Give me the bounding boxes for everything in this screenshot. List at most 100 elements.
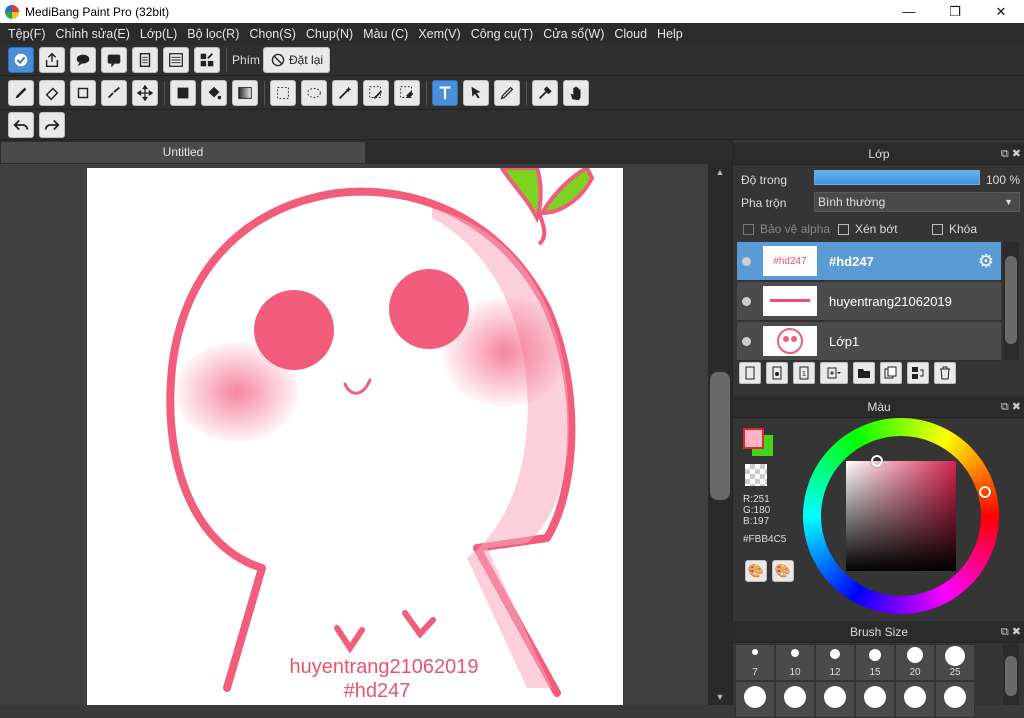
layer-item[interactable]: #hd247 #hd247 ⚙ <box>737 242 1001 281</box>
reset-button[interactable]: Đặt lại <box>263 47 331 73</box>
rect-select-tool-button[interactable] <box>270 79 296 106</box>
menu-file[interactable]: Tệp(F) <box>3 27 51 41</box>
menu-view[interactable]: Xem(V) <box>413 27 465 41</box>
merge-layer-button[interactable] <box>907 362 929 384</box>
menu-help[interactable]: Help <box>652 27 688 41</box>
blend-mode-select[interactable]: Bình thường ▼ <box>814 192 1020 212</box>
menu-tools[interactable]: Công cụ(T) <box>466 27 539 41</box>
edge-pen-tool-button[interactable] <box>494 79 520 106</box>
clipping-checkbox[interactable]: Xén bớt <box>838 222 898 236</box>
page-button[interactable] <box>132 47 158 73</box>
new-halftone-layer-button[interactable]: 1 <box>793 362 815 384</box>
menu-layer[interactable]: Lớp(L) <box>135 27 182 41</box>
close-panel-icon[interactable]: ✖ <box>1012 148 1021 160</box>
close-panel-icon[interactable]: ✖ <box>1012 626 1021 638</box>
sv-cursor[interactable] <box>871 455 883 467</box>
undo-button[interactable] <box>8 111 34 138</box>
maximize-button[interactable]: ❐ <box>932 0 978 23</box>
scrollbar-thumb[interactable] <box>1005 256 1017 344</box>
select-eraser-tool-button[interactable] <box>394 79 420 106</box>
new-color-layer-button[interactable] <box>766 362 788 384</box>
visibility-dot-icon[interactable] <box>742 336 751 346</box>
move-tool-button[interactable] <box>132 79 158 106</box>
brush-size-cell[interactable] <box>775 681 815 718</box>
eyedropper-tool-button[interactable] <box>532 79 558 106</box>
hue-wheel[interactable] <box>803 418 999 614</box>
select-pen-tool-button[interactable] <box>363 79 389 106</box>
menu-filter[interactable]: Bộ lọc(R) <box>182 27 244 41</box>
document-tab[interactable]: Untitled <box>1 142 365 163</box>
balloon-button[interactable] <box>101 47 127 73</box>
brush-size-cell[interactable] <box>735 681 775 718</box>
canvas-vertical-scrollbar[interactable]: ▲ ▼ <box>708 164 732 705</box>
duplicate-layer-button[interactable] <box>880 362 902 384</box>
share-button[interactable] <box>39 47 65 73</box>
menu-window[interactable]: Cửa sổ(W) <box>538 27 609 41</box>
color-settings-button[interactable]: 🎨 <box>772 560 794 582</box>
close-button[interactable]: ✕ <box>978 0 1024 23</box>
brush-size-cell[interactable]: 15 <box>855 644 895 681</box>
gradient-tool-button[interactable] <box>232 79 258 106</box>
layer-item[interactable]: Lớp1 <box>737 322 1001 361</box>
cloud-check-button[interactable] <box>8 47 34 73</box>
operation-tool-button[interactable] <box>463 79 489 106</box>
layer-list-scrollbar[interactable] <box>1003 242 1019 360</box>
scroll-up-arrow-icon[interactable]: ▲ <box>714 167 726 177</box>
dot-tool-button[interactable] <box>70 79 96 106</box>
visibility-dot-icon[interactable] <box>742 296 751 306</box>
scroll-down-arrow-icon[interactable]: ▼ <box>714 692 726 702</box>
brush-size-cell[interactable]: 7 <box>735 644 775 681</box>
brush-size-cell[interactable] <box>855 681 895 718</box>
redo-button[interactable] <box>39 111 65 138</box>
hue-cursor[interactable] <box>979 486 991 498</box>
gear-icon[interactable]: ⚙ <box>975 250 997 272</box>
brush-size-cell[interactable]: 12 <box>815 644 855 681</box>
menu-cloud[interactable]: Cloud <box>609 27 652 41</box>
scrollbar-thumb[interactable] <box>1005 656 1017 696</box>
close-panel-icon[interactable]: ✖ <box>1012 401 1021 413</box>
panel-list-button[interactable] <box>163 47 189 73</box>
brush-size-cell[interactable] <box>815 681 855 718</box>
brush-tool-button[interactable] <box>8 79 34 106</box>
comment-button[interactable] <box>70 47 96 73</box>
eraser-tool-button[interactable] <box>39 79 65 106</box>
brush-size-cell[interactable]: 25 <box>935 644 975 681</box>
scrollbar-thumb[interactable] <box>710 372 730 500</box>
undock-icon[interactable]: ⧉ <box>1001 626 1009 638</box>
layer-item[interactable]: huyentrang21062019 <box>737 282 1001 321</box>
add-layer-menu-button[interactable] <box>820 362 848 384</box>
magic-wand-tool-button[interactable] <box>332 79 358 106</box>
new-layer-button[interactable] <box>739 362 761 384</box>
text-tool-button[interactable] <box>432 79 458 106</box>
brush-size-cell[interactable] <box>935 681 975 718</box>
palette-button[interactable]: 🎨 <box>745 560 767 582</box>
new-folder-button[interactable] <box>853 362 875 384</box>
transparent-color-swatch[interactable] <box>745 464 767 486</box>
undock-icon[interactable]: ⧉ <box>1001 148 1009 160</box>
brush-size-cell[interactable]: 20 <box>895 644 935 681</box>
brush-size-scrollbar[interactable] <box>1003 644 1019 705</box>
minimize-button[interactable]: — <box>886 0 932 23</box>
visibility-dot-icon[interactable] <box>742 256 751 266</box>
menu-edit[interactable]: Chỉnh sửa(E) <box>51 27 135 41</box>
fill-rect-tool-button[interactable] <box>170 79 196 106</box>
brush-size-cell[interactable] <box>895 681 935 718</box>
lasso-tool-button[interactable] <box>301 79 327 106</box>
delete-layer-button[interactable] <box>934 362 956 384</box>
menu-select[interactable]: Chọn(S) <box>244 27 301 41</box>
brush-size-cell[interactable]: 10 <box>775 644 815 681</box>
undock-icon[interactable]: ⧉ <box>1001 401 1009 413</box>
hand-tool-button[interactable] <box>563 79 589 106</box>
menu-color[interactable]: Màu (C) <box>358 27 413 41</box>
menu-snap[interactable]: Chụp(N) <box>301 27 358 41</box>
canvas-area[interactable]: huyentrang21062019 #hd247 <box>0 164 708 705</box>
saturation-value-square[interactable] <box>846 455 956 571</box>
opacity-slider[interactable] <box>814 170 980 185</box>
drawing-canvas[interactable]: huyentrang21062019 #hd247 <box>87 165 623 705</box>
lock-checkbox[interactable]: Khóa <box>932 222 977 236</box>
bucket-tool-button[interactable] <box>201 79 227 106</box>
foreground-color-swatch[interactable] <box>743 428 764 449</box>
protect-alpha-checkbox[interactable]: Bảo vệ alpha <box>743 222 830 236</box>
symmetry-tool-button[interactable] <box>101 79 127 106</box>
grid-settings-button[interactable] <box>194 47 220 73</box>
